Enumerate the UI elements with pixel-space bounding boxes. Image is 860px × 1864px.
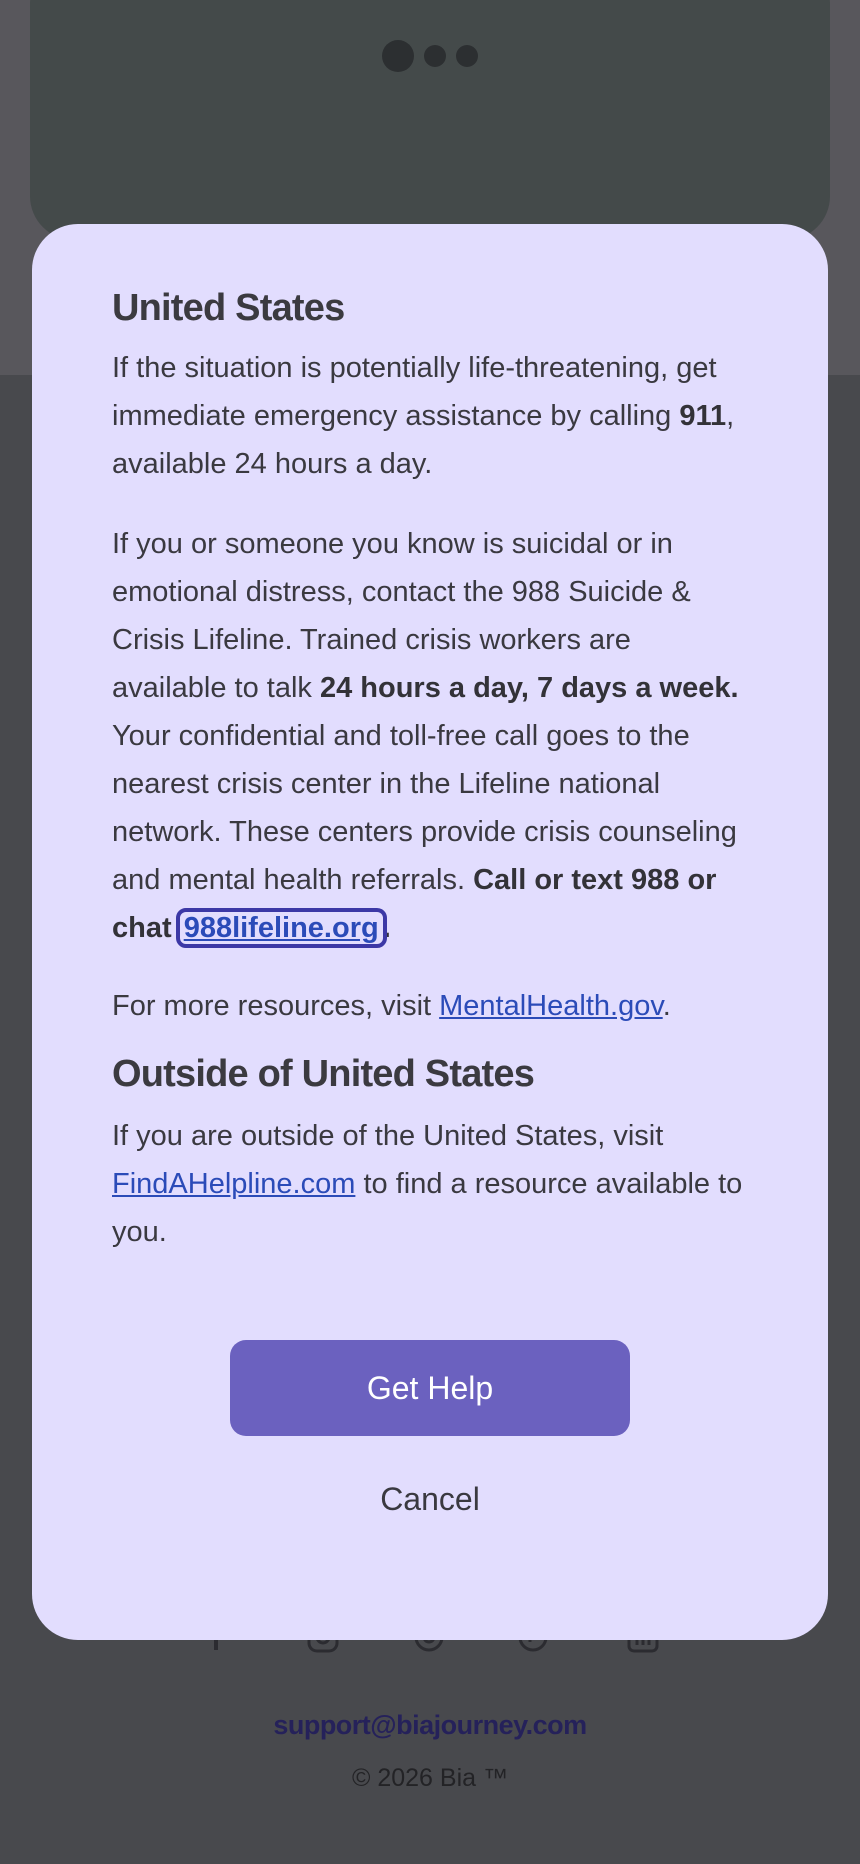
us-lifeline-paragraph: If you or someone you know is suicidal o… [112,520,748,952]
emergency-number: 911 [679,400,727,432]
loading-dot [382,40,414,72]
mentalhealth-link[interactable]: MentalHealth.gov [439,990,663,1022]
text-segment: For more resources, visit [112,990,440,1022]
copyright-text: © 2026 Bia ™ [351,1764,508,1792]
us-resources-paragraph: For more resources, visit MentalHealth.g… [112,982,748,1030]
findahelpline-link[interactable]: FindAHelpline.com [112,1168,355,1200]
background-card [30,0,830,240]
us-heading: United States [112,287,345,329]
crisis-resources-modal: United States If the situation is potent… [32,224,828,1640]
intl-heading: Outside of United States [112,1053,535,1095]
support-email-link[interactable]: support@biajourney.com [0,1710,860,1741]
cancel-button[interactable]: Cancel [230,1464,630,1534]
get-help-button[interactable]: Get Help [230,1340,630,1436]
us-emergency-paragraph: If the situation is potentially life-thr… [112,344,748,488]
text-segment: . [662,990,671,1022]
loading-dot [456,45,478,67]
intl-paragraph: If you are outside of the United States,… [112,1112,748,1256]
text-segment: If the situation is potentially life-thr… [112,352,717,432]
availability-text: 24 hours a day, 7 days a week. [319,672,739,704]
loading-dot [424,45,446,67]
loading-indicator [382,40,478,72]
lifeline-link[interactable]: 988lifeline.org [175,908,387,948]
text-segment: If you are outside of the United States,… [112,1120,664,1152]
text-segment: . [382,912,391,944]
